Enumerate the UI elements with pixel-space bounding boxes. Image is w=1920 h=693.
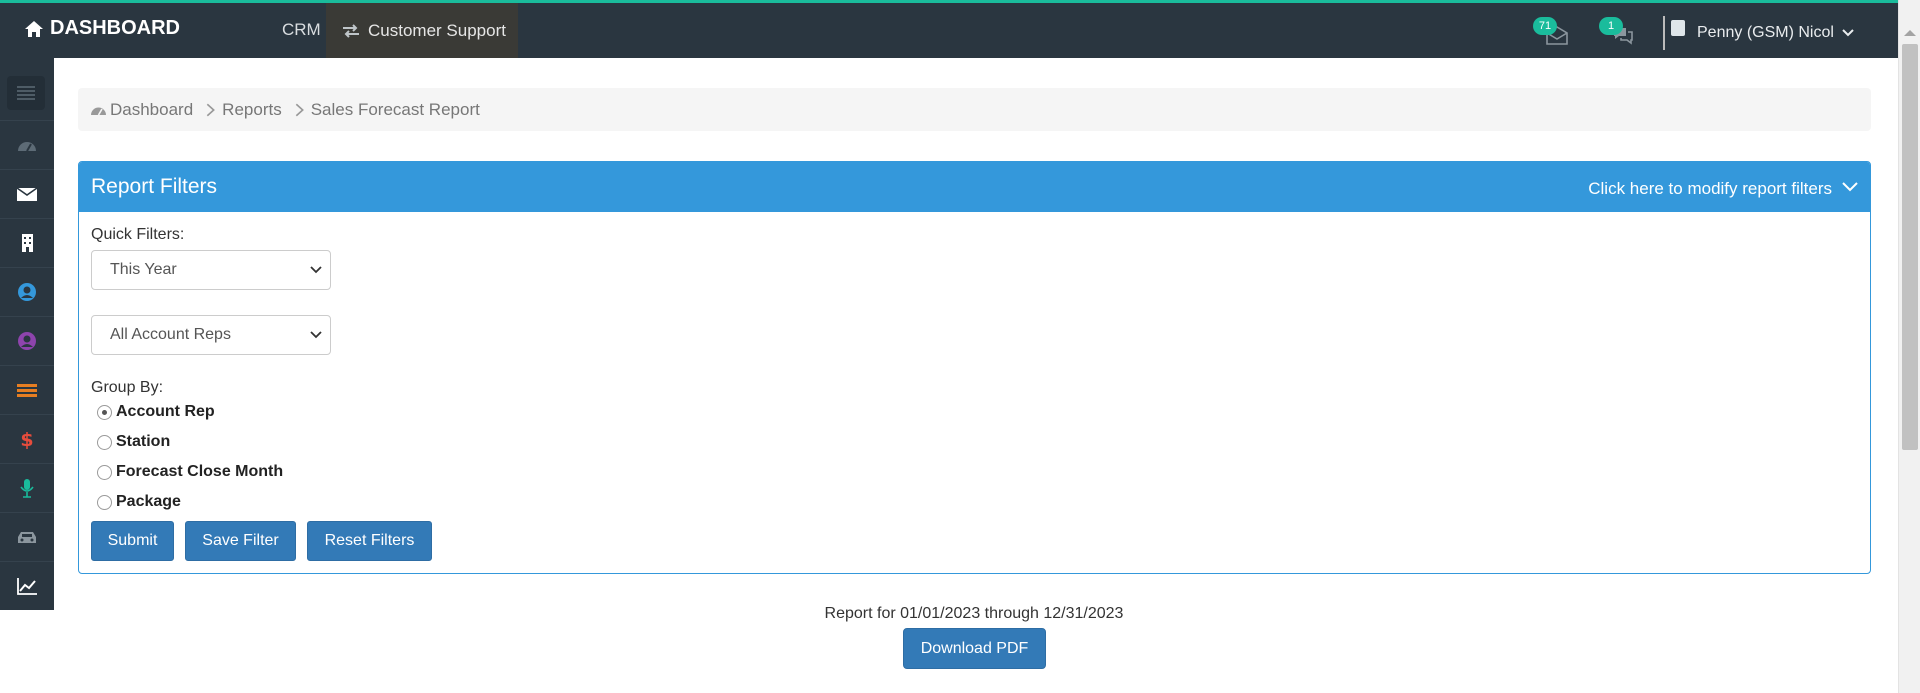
- group-by-forecast-close-month[interactable]: Forecast Close Month: [97, 463, 283, 481]
- avatar: [1663, 16, 1689, 50]
- sidebar-item-lists[interactable]: [0, 365, 54, 414]
- submit-button[interactable]: Submit: [91, 521, 174, 561]
- breadcrumb: Dashboard Reports Sales Forecast Report: [78, 88, 1871, 131]
- scroll-up-arrow[interactable]: [1904, 30, 1916, 36]
- sidebar-item-companies[interactable]: [0, 218, 54, 267]
- nav-customer-support[interactable]: Customer Support: [326, 3, 518, 58]
- chat-notification[interactable]: 1: [1599, 15, 1639, 49]
- chat-count-badge: 1: [1599, 17, 1623, 35]
- group-by-account-rep[interactable]: Account Rep: [97, 403, 215, 421]
- chevron-down-icon: [310, 266, 322, 274]
- sidebar-item-sales[interactable]: $: [0, 414, 54, 463]
- chevron-down-icon: [1842, 29, 1854, 37]
- svg-text:$: $: [20, 429, 33, 449]
- messages-notification[interactable]: 71: [1533, 15, 1573, 49]
- exchange-icon: [343, 23, 359, 38]
- group-by-package[interactable]: Package: [97, 493, 181, 511]
- modify-filters-toggle[interactable]: Click here to modify report filters: [1588, 175, 1858, 199]
- radio-label: Package: [116, 493, 181, 510]
- radio-account-rep[interactable]: [97, 404, 112, 420]
- report-range-text: Report for 01/01/2023 through 12/31/2023: [824, 605, 1124, 622]
- top-navbar: DASHBOARD CRM Customer Support 71 1 Penn…: [0, 0, 1898, 58]
- sidebar-item-vehicles[interactable]: [0, 512, 54, 561]
- page-scrollbar[interactable]: [1898, 0, 1920, 693]
- chevron-right-icon: [295, 103, 304, 116]
- user-name: Penny (GSM) Nicol: [1697, 24, 1834, 41]
- date-range-value: This Year: [110, 261, 177, 278]
- messages-count-badge: 71: [1533, 17, 1557, 35]
- account-rep-value: All Account Reps: [110, 326, 231, 343]
- group-by-station[interactable]: Station: [97, 433, 170, 451]
- nav-customer-support-label: Customer Support: [368, 20, 506, 40]
- sidebar-item-contacts[interactable]: [0, 267, 54, 316]
- scroll-thumb[interactable]: [1902, 44, 1918, 450]
- home-icon: [25, 20, 43, 37]
- group-by-label: Group By:: [91, 379, 164, 396]
- radio-label: Station: [116, 433, 171, 450]
- panel-header[interactable]: Report Filters Click here to modify repo…: [79, 162, 1870, 212]
- brand-label: DASHBOARD: [50, 17, 180, 39]
- sidebar-item-users[interactable]: [0, 316, 54, 365]
- breadcrumb-reports[interactable]: Reports: [222, 100, 282, 120]
- save-filter-button[interactable]: Save Filter: [185, 521, 296, 561]
- chevron-right-icon: [206, 103, 216, 116]
- envelope-icon: [16, 187, 38, 201]
- menu-icon: [17, 86, 35, 100]
- radio-label: Forecast Close Month: [116, 463, 284, 480]
- dashboard-link[interactable]: DASHBOARD: [24, 17, 180, 40]
- user-circle-icon: [18, 283, 36, 301]
- modify-filters-label: Click here to modify report filters: [1588, 179, 1832, 198]
- sidebar-item-mail[interactable]: [0, 169, 54, 218]
- building-icon: [22, 234, 33, 252]
- dollar-icon: $: [20, 429, 33, 449]
- panel-title: Report Filters: [91, 175, 218, 198]
- sidebar: $: [0, 58, 54, 610]
- report-filters-panel: Report Filters Click here to modify repo…: [78, 161, 1871, 574]
- user-circle-purple-icon: [18, 332, 36, 350]
- dashboard-icon: [18, 142, 36, 152]
- chevron-down-icon: [310, 331, 322, 339]
- account-rep-select[interactable]: All Account Reps: [91, 315, 331, 355]
- reset-filters-button[interactable]: Reset Filters: [307, 521, 432, 561]
- car-icon: [18, 532, 36, 543]
- sidebar-item-dashboard[interactable]: [0, 120, 54, 169]
- line-chart-icon: [17, 578, 37, 595]
- date-range-select[interactable]: This Year: [91, 250, 331, 290]
- list-icon: [17, 384, 37, 397]
- nav-crm[interactable]: CRM: [282, 20, 321, 40]
- radio-package[interactable]: [97, 494, 112, 510]
- microphone-icon: [20, 479, 34, 498]
- radio-forecast-close-month[interactable]: [97, 464, 112, 480]
- sidebar-item-audio[interactable]: [0, 463, 54, 512]
- sidebar-item-reports[interactable]: [0, 561, 54, 610]
- breadcrumb-dashboard[interactable]: Dashboard: [110, 100, 193, 120]
- dashboard-icon: [91, 107, 106, 115]
- quick-filters-label: Quick Filters:: [91, 226, 185, 243]
- chevron-down-icon: [1842, 182, 1858, 192]
- download-pdf-button[interactable]: Download PDF: [903, 628, 1046, 669]
- radio-label: Account Rep: [116, 403, 215, 420]
- breadcrumb-current: Sales Forecast Report: [310, 99, 480, 119]
- sidebar-toggle[interactable]: [7, 76, 45, 110]
- radio-station[interactable]: [97, 434, 112, 450]
- user-menu[interactable]: Penny (GSM) Nicol: [1663, 16, 1854, 50]
